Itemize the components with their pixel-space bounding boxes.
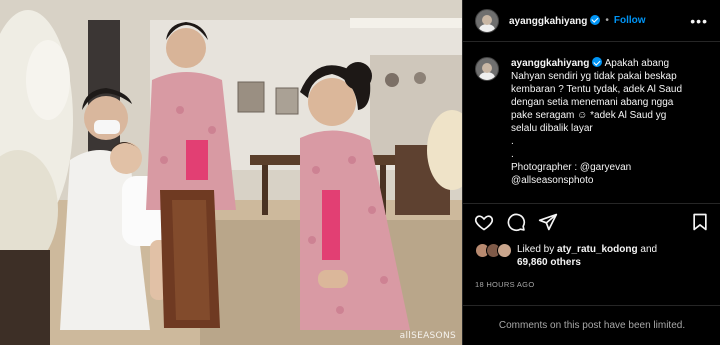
caption-line: selalu dibalik layar	[511, 123, 593, 134]
photo-illustration	[0, 0, 462, 345]
verified-badge-icon	[590, 14, 601, 25]
caption-author-username[interactable]: ayanggkahiyang	[511, 58, 589, 69]
likes-count-link[interactable]: 69,860 others	[517, 257, 581, 268]
author-username[interactable]: ayanggkahiyang	[509, 14, 601, 27]
heart-icon[interactable]	[473, 211, 495, 233]
caption-comment: ayanggkahiyang Apakah abang Nahyan sendi…	[463, 42, 720, 200]
liked-and-label: and	[637, 244, 658, 255]
author-username-text[interactable]: ayanggkahiyang	[509, 16, 587, 27]
caption-line: dengan setia menemani abang ngga	[511, 97, 674, 108]
liker-avatars[interactable]	[475, 243, 513, 259]
post-header: ayanggkahiyang • Follow •••	[463, 0, 720, 42]
caption-line: pake seragam ☺ *adek Al Saud yg	[511, 110, 667, 121]
author-avatar[interactable]	[475, 8, 499, 33]
action-bar	[463, 203, 720, 239]
caption-line: Nahyan sendiri yg tidak pakai beskap	[511, 71, 677, 82]
liker-avatar	[497, 243, 512, 258]
comment-icon[interactable]	[505, 211, 527, 233]
bookmark-icon[interactable]	[689, 211, 711, 233]
separator-dot: •	[605, 15, 609, 26]
verified-badge-icon	[592, 57, 603, 67]
caption-line: Photographer : @garyevan	[511, 162, 632, 173]
liked-by-label: Liked by	[517, 244, 558, 255]
likes-text: Liked by aty_ratu_kodong and 69,860 othe…	[517, 243, 657, 269]
post-timestamp[interactable]: 18 HOURS AGO	[475, 280, 534, 289]
caption-line: @allseasonsphoto	[511, 175, 594, 186]
photo-watermark: allSEASONS	[399, 331, 456, 341]
caption-author-avatar[interactable]	[475, 57, 499, 81]
liked-by-user-link[interactable]: aty_ratu_kodong	[557, 244, 638, 255]
caption-line: .	[511, 136, 514, 147]
post-photo[interactable]: allSEASONS	[0, 0, 462, 345]
comments-limited-notice: Comments on this post have been limited.	[463, 305, 720, 345]
more-options-icon[interactable]: •••	[690, 13, 708, 29]
follow-button[interactable]: Follow	[614, 15, 646, 26]
paper-plane-icon[interactable]	[537, 211, 559, 233]
post-side-panel: ayanggkahiyang • Follow ••• ayanggkahiya…	[462, 0, 720, 345]
caption-line: kembaran ? Tentu tydak, adek Al Saud	[511, 84, 683, 95]
likes-summary: Liked by aty_ratu_kodong and 69,860 othe…	[475, 243, 657, 269]
caption-line: .	[511, 149, 514, 160]
caption-line: ayanggkahiyang Apakah abang	[511, 57, 708, 70]
caption-text: ayanggkahiyang Apakah abang Nahyan sendi…	[511, 57, 708, 200]
caption-line-text: Apakah abang	[604, 58, 670, 69]
